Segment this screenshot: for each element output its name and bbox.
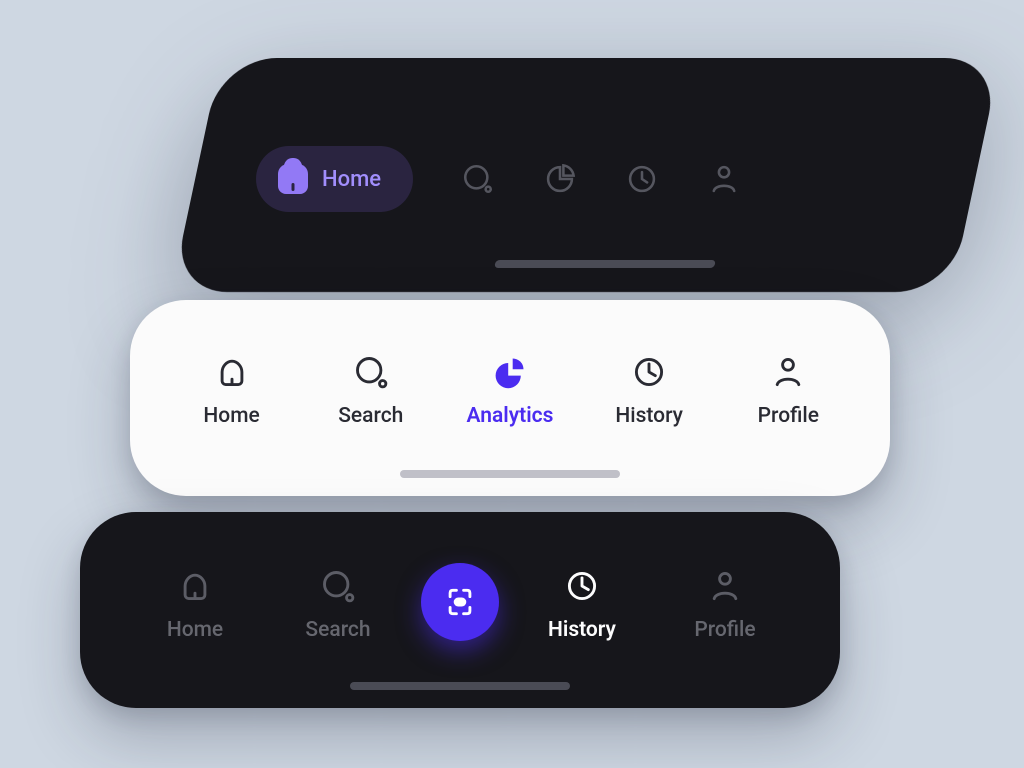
home-icon: [278, 164, 308, 194]
tab-history[interactable]: History: [522, 568, 642, 642]
tab-home-label: Home: [203, 404, 259, 428]
profile-icon[interactable]: [707, 162, 741, 196]
tab-home-label: Home: [322, 167, 381, 192]
home-indicator: [400, 470, 620, 478]
tab-profile-label: Profile: [758, 404, 819, 428]
tab-search-label: Search: [305, 618, 370, 642]
search-icon: [320, 568, 356, 604]
profile-icon: [707, 568, 743, 604]
tabbar-mockups: Home Home Search: [0, 0, 1024, 768]
search-icon[interactable]: [461, 162, 495, 196]
tab-home[interactable]: Home: [172, 354, 292, 428]
tab-history-label: History: [548, 618, 616, 642]
analytics-icon[interactable]: [543, 162, 577, 196]
history-icon: [564, 568, 600, 604]
tab-history[interactable]: History: [589, 354, 709, 428]
analytics-icon: [492, 354, 528, 390]
tab-search[interactable]: Search: [311, 354, 431, 428]
search-icon: [353, 354, 389, 390]
home-indicator: [350, 682, 570, 690]
tab-profile[interactable]: Profile: [665, 568, 785, 642]
tab-home-label: Home: [167, 618, 223, 642]
home-icon: [214, 354, 250, 390]
tabbar-variant-2: Home Search Analytics History Profile: [130, 300, 890, 496]
tab-analytics[interactable]: Analytics: [450, 354, 570, 428]
tab-search-label: Search: [338, 404, 403, 428]
history-icon: [631, 354, 667, 390]
home-indicator: [494, 260, 716, 268]
tab-profile[interactable]: Profile: [728, 354, 848, 428]
tab-search[interactable]: Search: [278, 568, 398, 642]
tab-home[interactable]: Home: [135, 568, 255, 642]
tab-home-pill[interactable]: Home: [256, 146, 413, 212]
tab-history-label: History: [615, 404, 683, 428]
home-icon: [177, 568, 213, 604]
tab-analytics-label: Analytics: [467, 404, 554, 428]
profile-icon: [770, 354, 806, 390]
tabbar-1-items: Home: [196, 58, 976, 292]
tabbar-variant-3: Home Search History: [80, 512, 840, 708]
scan-button[interactable]: [421, 563, 499, 641]
tab-profile-label: Profile: [694, 618, 755, 642]
history-icon[interactable]: [625, 162, 659, 196]
